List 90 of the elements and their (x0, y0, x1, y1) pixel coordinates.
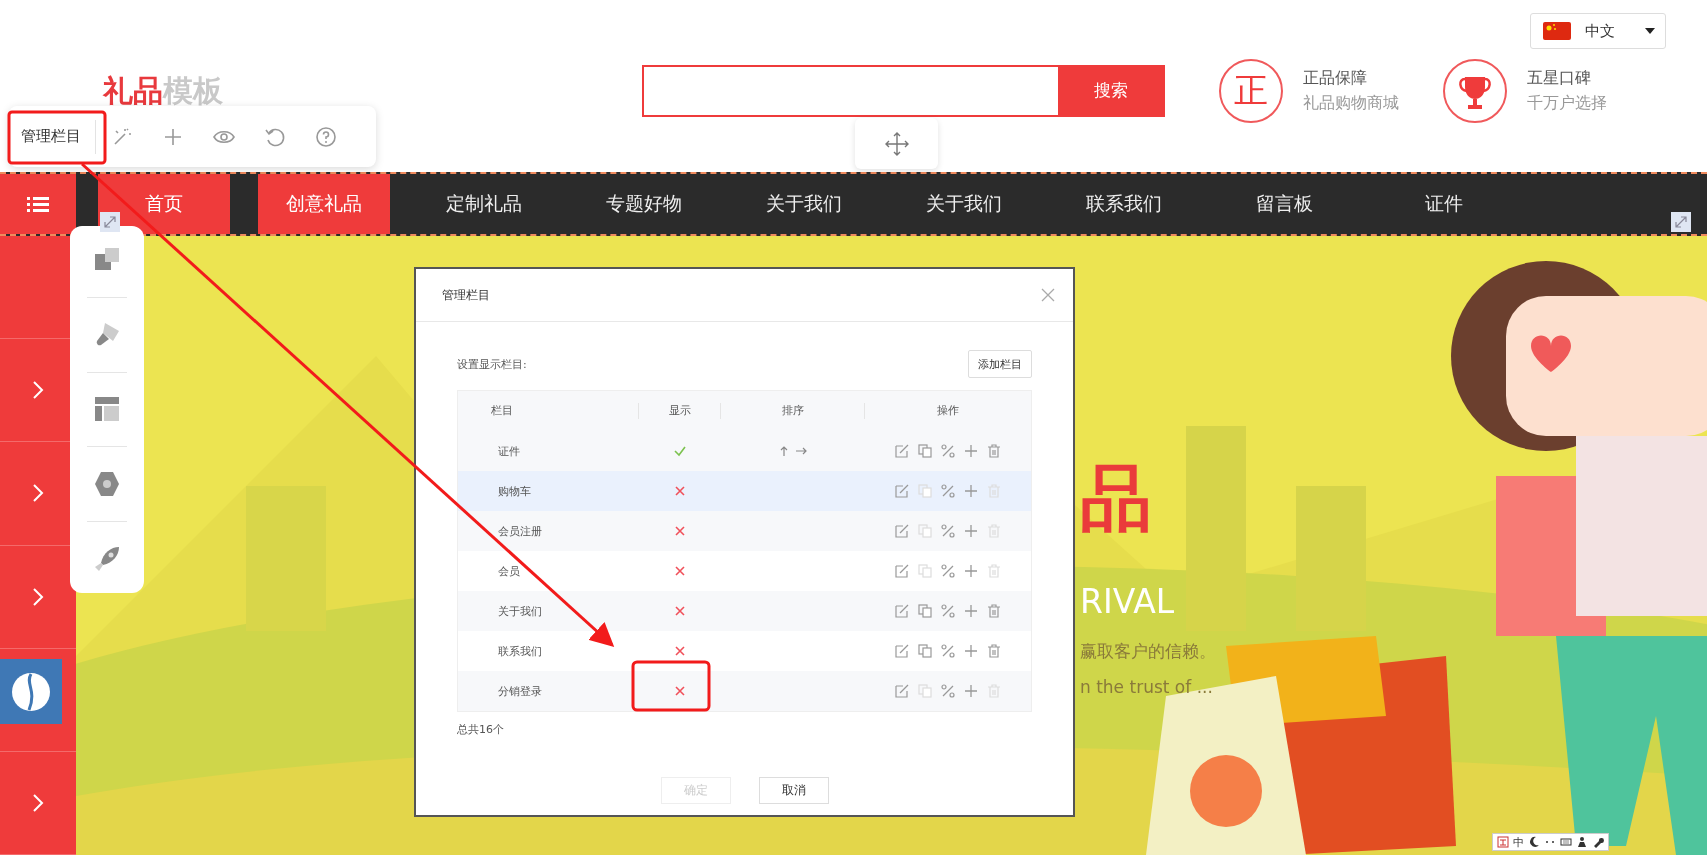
edit-icon[interactable] (894, 683, 910, 699)
scissors-icon[interactable] (940, 563, 956, 579)
search-field[interactable]: 搜索 (642, 64, 1165, 117)
input-mode-label[interactable]: 中 (1513, 834, 1524, 850)
scissors-icon[interactable] (940, 443, 956, 459)
plus-icon[interactable] (963, 643, 979, 659)
plus-icon[interactable] (963, 683, 979, 699)
language-label: 中文 (1585, 21, 1615, 41)
wrench-icon[interactable] (1592, 836, 1604, 848)
chevron-right-icon[interactable] (32, 792, 44, 813)
cancel-button[interactable]: 取消 (758, 777, 829, 804)
caret-icon (1645, 28, 1655, 34)
table-cell-text: 会员 (497, 563, 521, 579)
seal-icon: 正 (1219, 58, 1283, 123)
logo-icon[interactable] (1497, 836, 1509, 848)
chevron-right-icon[interactable] (32, 380, 44, 401)
move-icon (883, 130, 910, 157)
nav-item[interactable]: 留言板 (1218, 174, 1350, 234)
nav-item[interactable]: 定制礼品 (418, 174, 550, 234)
plus-icon[interactable] (963, 523, 979, 539)
heart-eye-icon (1531, 335, 1571, 372)
table-cell-text: 证件 (497, 443, 521, 459)
nav-item[interactable]: 联系我们 (1058, 174, 1190, 234)
copy-icon[interactable] (917, 443, 933, 459)
edit-icon[interactable] (894, 443, 910, 459)
banner-title: 品 (1080, 455, 1152, 542)
scissors-icon[interactable] (940, 523, 956, 539)
table-cell-text: 购物车 (497, 483, 532, 499)
column-header: 操作 (936, 403, 960, 419)
edit-icon[interactable] (894, 643, 910, 659)
nav-item[interactable]: 创意礼品 (258, 174, 390, 234)
edit-icon[interactable] (894, 603, 910, 619)
total-count: 总共16个 (457, 722, 505, 737)
add-column-button[interactable]: 添加栏目 (968, 350, 1032, 378)
right-arrow-icon[interactable] (795, 447, 807, 455)
table-cell-text: 联系我们 (497, 643, 543, 659)
nav-item[interactable]: 关于我们 (898, 174, 1030, 234)
trash-icon[interactable] (986, 643, 1002, 659)
scissors-icon[interactable] (940, 683, 956, 699)
plus-icon[interactable] (963, 603, 979, 619)
column-header: 显示 (639, 403, 721, 419)
table-cell-text: 会员注册 (497, 523, 543, 539)
dialog-title: 管理栏目 (442, 286, 490, 304)
trophy-icon (1443, 58, 1507, 123)
menu-button[interactable] (0, 174, 76, 234)
resize-handle[interactable] (1671, 212, 1691, 232)
edit-icon[interactable] (894, 563, 910, 579)
language-selector[interactable]: 中文 (1530, 13, 1666, 49)
nav-item[interactable]: 专题好物 (578, 174, 710, 234)
plus-icon[interactable] (963, 483, 979, 499)
plus-icon[interactable] (963, 443, 979, 459)
badge-title: 五星口碑 (1527, 67, 1592, 89)
copy-icon[interactable] (917, 603, 933, 619)
badge-title: 正品保障 (1303, 67, 1368, 89)
scissors-icon[interactable] (940, 603, 956, 619)
edit-icon[interactable] (894, 523, 910, 539)
person-icon[interactable] (1576, 836, 1588, 848)
resize-handle[interactable] (100, 212, 120, 232)
chevron-right-icon[interactable] (32, 483, 44, 504)
logo-text: 礼品 (103, 73, 163, 108)
move-handle[interactable] (855, 118, 938, 169)
copy-icon[interactable] (917, 643, 933, 659)
keyboard-icon[interactable] (1560, 836, 1572, 848)
close-icon[interactable] (1041, 288, 1055, 302)
chevron-right-icon[interactable] (32, 586, 44, 607)
menu-icon (27, 196, 49, 212)
trash-icon[interactable] (986, 443, 1002, 459)
banner-tagline: 赢取客户的信赖。 (1080, 640, 1216, 663)
help-icon[interactable] (314, 124, 338, 149)
nav-item[interactable]: 证件 (1378, 174, 1510, 234)
banner-subtitle: RIVAL (1080, 582, 1175, 621)
logo-badge[interactable] (0, 659, 62, 724)
moon-icon[interactable] (1528, 836, 1540, 848)
search-button[interactable]: 搜索 (1058, 66, 1163, 115)
badge-subtitle: 千万户选择 (1527, 92, 1607, 114)
edit-icon[interactable] (894, 483, 910, 499)
column-header: 栏目 (458, 403, 639, 419)
flag-icon (1543, 22, 1571, 40)
scissors-icon[interactable] (940, 643, 956, 659)
nav-item[interactable]: 关于我们 (738, 174, 870, 234)
column-header: 排序 (721, 403, 865, 419)
banner-tagline: n the trust of ... (1080, 677, 1213, 697)
table-cell-text: 分销登录 (497, 683, 543, 699)
section-label: 设置显示栏目: (457, 356, 527, 372)
plus-icon[interactable] (963, 563, 979, 579)
badge-subtitle: 礼品购物商城 (1303, 92, 1399, 114)
table-cell-text: 关于我们 (497, 603, 543, 619)
up-arrow-icon[interactable] (779, 446, 788, 456)
scissors-icon[interactable] (940, 483, 956, 499)
trash-icon[interactable] (986, 603, 1002, 619)
